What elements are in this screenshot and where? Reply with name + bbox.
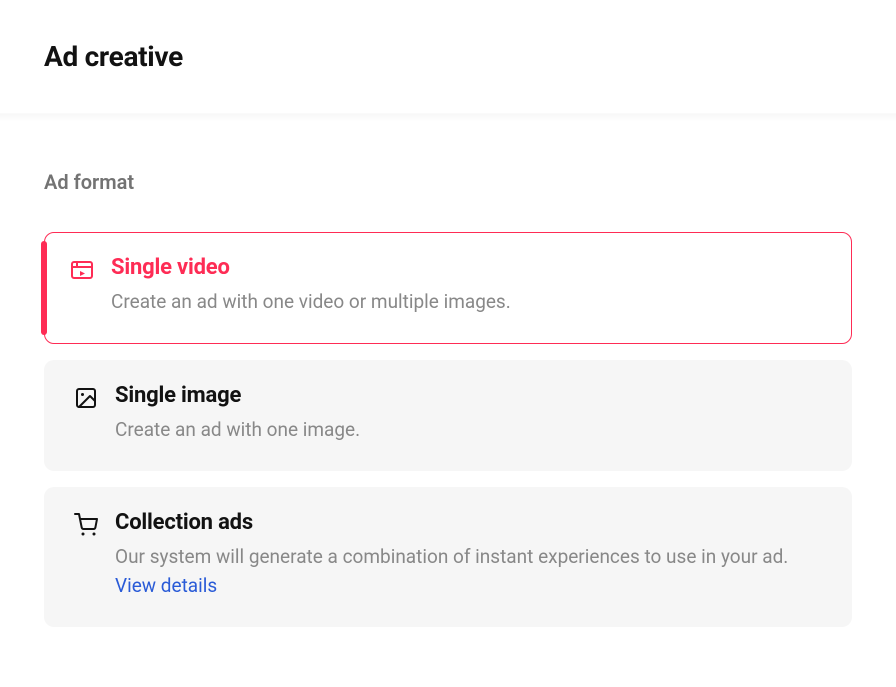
content-area: Ad format Single video Create an ad with… — [0, 122, 896, 687]
view-details-link[interactable]: View details — [115, 574, 217, 597]
section-label: Ad format — [44, 170, 852, 194]
option-desc: Create an ad with one video or multiple … — [111, 288, 823, 317]
header: Ad creative — [0, 0, 896, 114]
video-icon — [69, 257, 95, 283]
divider — [0, 114, 896, 122]
option-desc: Create an ad with one image. — [115, 416, 823, 445]
image-icon — [73, 385, 99, 411]
option-title: Single video — [111, 255, 823, 280]
option-text: Collection ads Our system will generate … — [115, 510, 823, 600]
cart-icon — [73, 512, 99, 538]
option-text: Single image Create an ad with one image… — [115, 383, 823, 445]
option-text: Single video Create an ad with one video… — [111, 255, 823, 317]
option-title: Collection ads — [115, 510, 823, 535]
option-collection-ads[interactable]: Collection ads Our system will generate … — [44, 487, 852, 627]
option-desc: Our system will generate a combination o… — [115, 543, 823, 600]
option-desc-text: Our system will generate a combination o… — [115, 545, 788, 568]
page-title: Ad creative — [44, 40, 852, 73]
option-single-image[interactable]: Single image Create an ad with one image… — [44, 360, 852, 472]
option-title: Single image — [115, 383, 823, 408]
option-single-video[interactable]: Single video Create an ad with one video… — [44, 232, 852, 344]
